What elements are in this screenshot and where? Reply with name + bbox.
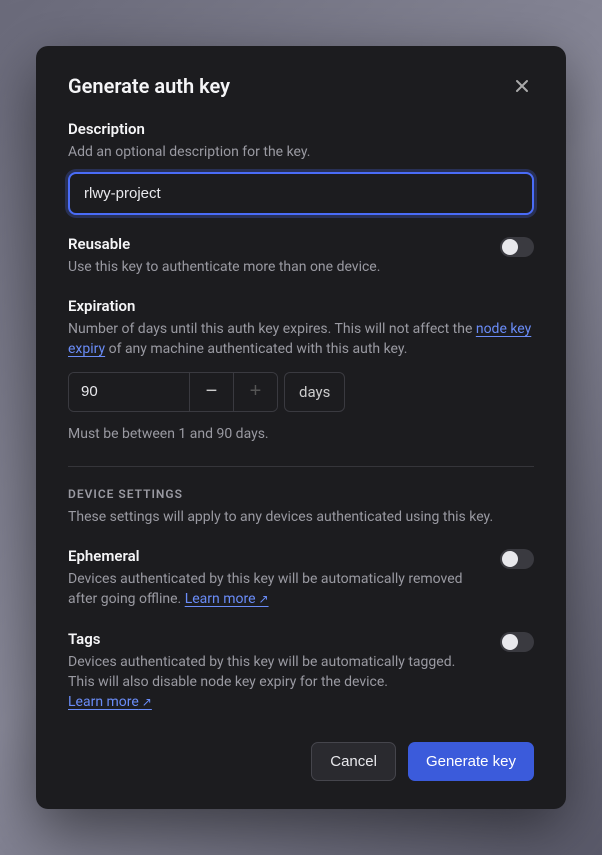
expiration-constraint: Must be between 1 and 90 days. (68, 426, 534, 442)
plus-icon: + (250, 380, 262, 403)
device-settings-help: These settings will apply to any devices… (68, 507, 534, 527)
toggle-knob (502, 634, 518, 650)
reusable-section: Reusable Use this key to authenticate mo… (68, 235, 534, 277)
reusable-help: Use this key to authenticate more than o… (68, 257, 480, 277)
tags-label: Tags (68, 630, 480, 648)
reusable-label: Reusable (68, 235, 480, 253)
description-help: Add an optional description for the key. (68, 142, 534, 162)
ephemeral-help: Devices authenticated by this key will b… (68, 569, 480, 610)
modal-footer: Cancel Generate key (68, 742, 534, 781)
reusable-toggle[interactable] (500, 237, 534, 257)
expiration-section: Expiration Number of days until this aut… (68, 297, 534, 442)
tags-learn-more-link[interactable]: Learn more (68, 694, 152, 710)
toggle-knob (502, 551, 518, 567)
ephemeral-label: Ephemeral (68, 547, 480, 565)
cancel-button[interactable]: Cancel (311, 742, 396, 781)
expiration-unit: days (284, 372, 345, 412)
device-settings-heading: DEVICE SETTINGS (68, 487, 534, 501)
divider (68, 466, 534, 467)
device-settings-section: DEVICE SETTINGS These settings will appl… (68, 487, 534, 527)
toggle-knob (502, 239, 518, 255)
expiration-stepper: − + (68, 372, 278, 412)
description-section: Description Add an optional description … (68, 120, 534, 215)
expiration-input[interactable] (69, 373, 189, 411)
ephemeral-toggle[interactable] (500, 549, 534, 569)
expiration-help: Number of days until this auth key expir… (68, 319, 534, 360)
tags-section: Tags Devices authenticated by this key w… (68, 630, 534, 713)
close-icon (514, 78, 530, 94)
generate-key-button[interactable]: Generate key (408, 742, 534, 781)
expiration-stepper-row: − + days (68, 372, 534, 412)
description-input[interactable] (68, 172, 534, 215)
ephemeral-section: Ephemeral Devices authenticated by this … (68, 547, 534, 610)
generate-auth-key-modal: Generate auth key Description Add an opt… (36, 46, 566, 810)
modal-header: Generate auth key (68, 74, 534, 98)
expiration-decrement-button[interactable]: − (189, 373, 233, 411)
minus-icon: − (206, 380, 218, 403)
description-label: Description (68, 120, 534, 138)
ephemeral-learn-more-link[interactable]: Learn more (185, 591, 269, 607)
expiration-increment-button[interactable]: + (233, 373, 277, 411)
tags-toggle[interactable] (500, 632, 534, 652)
tags-help: Devices authenticated by this key will b… (68, 652, 480, 713)
modal-title: Generate auth key (68, 74, 230, 98)
close-button[interactable] (510, 74, 534, 98)
expiration-label: Expiration (68, 297, 534, 315)
